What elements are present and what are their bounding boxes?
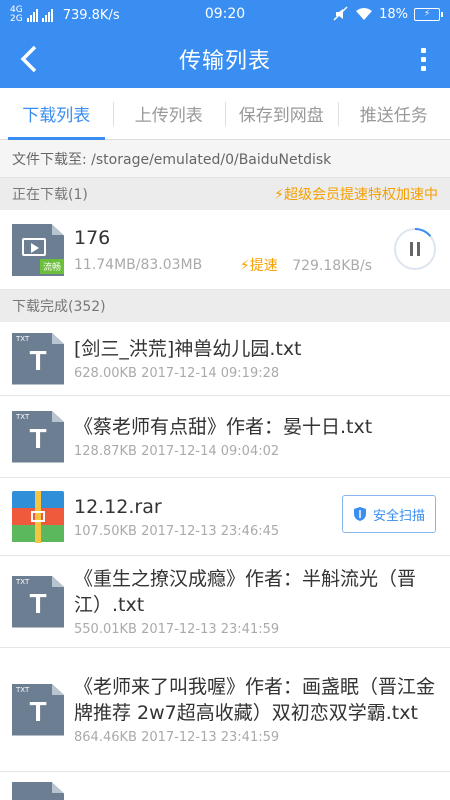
page-title: 传输列表: [178, 49, 271, 74]
txt-file-icon: TXT T: [12, 683, 64, 736]
completed-count: 下载完成(352): [12, 299, 106, 315]
more-dot-icon: [420, 65, 426, 71]
list-item[interactable]: 12.12.rar 107.50KB 2017-12-13 23:46:45 安…: [0, 478, 450, 556]
status-bar: 4G 2G 739.8K/s 09:20 18% ⚡: [0, 0, 450, 30]
mute-icon: [333, 6, 348, 21]
shield-icon: [353, 507, 366, 521]
download-speed: 729.18KB/s: [292, 257, 372, 274]
file-name: 《蔡老师有点甜》作者：晏十日.txt: [74, 416, 373, 438]
download-progress: 11.74MB/83.03MB: [74, 256, 203, 273]
file-name: 《重生之撩汉成瘾》作者：半斛流光（晋江）.txt: [74, 568, 417, 616]
file-meta: 128.87KB 2017-12-14 09:04:02: [74, 444, 280, 459]
status-right: 18% ⚡: [333, 6, 443, 22]
txt-file-icon: [12, 782, 64, 800]
list-item[interactable]: TXT T 《重生之撩汉成瘾》作者：半斛流光（晋江）.txt 550.01KB 2…: [0, 556, 450, 648]
list-item[interactable]: TXT T 《老师来了叫我喔》作者：画盏眠（晋江金牌推荐 2w7超高收藏）双初恋双…: [0, 648, 450, 772]
file-meta: 107.50KB 2017-12-13 23:46:45: [74, 524, 280, 539]
security-scan-label: 安全扫描: [372, 508, 425, 524]
tab-save-to-disk[interactable]: 保存到网盘: [225, 88, 338, 139]
downloading-header: 正在下载(1) ⚡超级会员提速特权加速中: [0, 178, 450, 210]
tab-bar: 下载列表 上传列表 保存到网盘 推送任务: [0, 88, 450, 140]
battery-icon: ⚡: [414, 7, 443, 21]
pause-button[interactable]: [392, 226, 438, 272]
txt-file-icon: TXT T: [12, 410, 64, 463]
battery-percent: 18%: [379, 6, 408, 22]
file-meta: 550.01KB 2017-12-13 23:41:59: [74, 622, 280, 637]
downloading-count: 正在下载(1): [12, 187, 88, 203]
video-file-icon: 流畅: [12, 224, 64, 276]
txt-file-icon: TXT T: [12, 575, 64, 628]
tab-push-tasks[interactable]: 推送任务: [337, 88, 450, 139]
back-button[interactable]: [12, 42, 46, 76]
back-arrow-icon: [20, 45, 37, 73]
downloading-item[interactable]: 流畅 176 11.74MB/83.03MB ⚡提速 729.18KB/s: [0, 210, 450, 290]
quality-flag: 流畅: [39, 259, 64, 274]
file-name: [剑三_洪荒]神兽幼儿园.txt: [74, 338, 302, 360]
tab-upload-list[interactable]: 上传列表: [112, 88, 226, 139]
rar-file-icon: [12, 490, 64, 543]
svip-promo-link[interactable]: ⚡超级会员提速特权加速中: [274, 184, 438, 204]
download-path: 文件下载至: /storage/emulated/0/BaiduNetdisk: [0, 140, 450, 178]
file-meta: 628.00KB 2017-12-14 09:19:28: [74, 366, 280, 381]
file-meta: 864.46KB 2017-12-13 23:41:59: [74, 730, 280, 745]
wifi-icon: [356, 8, 373, 20]
more-menu-button[interactable]: [406, 42, 440, 76]
security-scan-button[interactable]: 安全扫描: [342, 495, 436, 533]
list-item[interactable]: TXT T [剑三_洪荒]神兽幼儿园.txt 628.00KB 2017-12-1…: [0, 322, 450, 396]
list-item[interactable]: [0, 772, 450, 800]
file-name: 176: [74, 226, 111, 249]
file-name: 12.12.rar: [74, 496, 162, 518]
txt-file-icon: TXT T: [12, 332, 64, 385]
more-dot-icon: [420, 47, 426, 53]
tab-download-list[interactable]: 下载列表: [0, 88, 113, 140]
file-name: 《老师来了叫我喔》作者：画盏眠（晋江金牌推荐 2w7超高收藏）双初恋双学霸.tx…: [74, 676, 436, 724]
more-dot-icon: [420, 56, 426, 62]
speed-boost-label[interactable]: ⚡提速: [240, 258, 278, 274]
list-item[interactable]: TXT T 《蔡老师有点甜》作者：晏十日.txt 128.87KB 2017-12…: [0, 396, 450, 478]
completed-header: 下载完成(352): [0, 290, 450, 322]
app-bar: 传输列表: [0, 30, 450, 88]
